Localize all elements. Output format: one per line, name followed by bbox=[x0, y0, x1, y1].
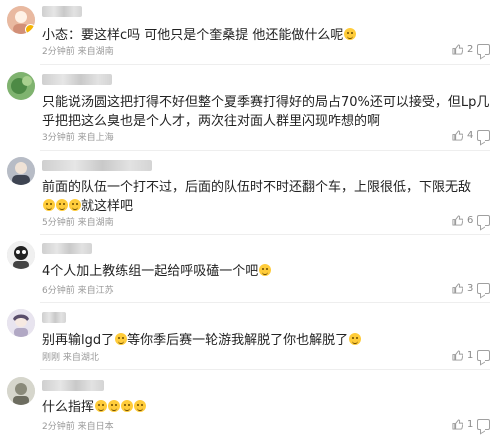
comment-meta: 6分钟前 来自江苏 bbox=[42, 285, 114, 297]
divider bbox=[40, 64, 490, 65]
comment-meta: 5分钟前 来自湖南 bbox=[42, 217, 114, 229]
comment-time: 2分钟前 bbox=[42, 422, 75, 432]
comment-location: 来自湖北 bbox=[62, 353, 99, 363]
comment-time: 3分钟前 bbox=[42, 133, 75, 143]
like-count: 1 bbox=[467, 419, 474, 430]
divider bbox=[40, 150, 490, 151]
comment-time: 刚刚 bbox=[42, 353, 61, 363]
like-button[interactable]: 6 bbox=[452, 215, 473, 226]
comment-location: 来自上海 bbox=[77, 133, 114, 143]
thumbs-up-icon bbox=[452, 419, 463, 430]
like-count: 6 bbox=[467, 215, 474, 226]
sweat-emoji bbox=[107, 400, 120, 412]
sweat-emoji bbox=[120, 400, 133, 412]
comment-time: 2分钟前 bbox=[42, 47, 75, 57]
username-redacted[interactable] bbox=[42, 74, 112, 85]
thumbs-up-icon bbox=[452, 283, 463, 294]
like-count: 3 bbox=[467, 283, 474, 294]
comment-location: 来自江苏 bbox=[77, 286, 114, 296]
comment-text: 前面的队伍一个打不过，后面的队伍时不时还翻个车，上限很低，下限无敌 就这样吧 bbox=[42, 180, 472, 214]
comment-meta: 2分钟前 来自湖南 bbox=[42, 46, 114, 58]
divider bbox=[40, 369, 490, 370]
like-button[interactable]: 1 bbox=[452, 419, 473, 430]
comment-text: 4个人加上教练组一起给呼吸磕一个吧 bbox=[42, 262, 492, 281]
comment-location: 来自湖南 bbox=[77, 218, 114, 228]
relieved-emoji bbox=[348, 333, 361, 345]
comment-meta: 3分钟前 来自上海 bbox=[42, 132, 114, 144]
comment-location: 来自湖南 bbox=[77, 47, 114, 57]
grin-emoji bbox=[68, 199, 81, 211]
like-button[interactable]: 3 bbox=[452, 283, 473, 294]
smile-emoji bbox=[114, 333, 127, 345]
avatar-image bbox=[7, 157, 35, 185]
thumbs-up-icon bbox=[452, 44, 463, 55]
grin-emoji bbox=[42, 199, 55, 211]
kowtow-emoji bbox=[258, 264, 271, 276]
avatar[interactable] bbox=[7, 309, 35, 337]
sweat-emoji bbox=[133, 400, 146, 412]
username-redacted[interactable] bbox=[42, 160, 152, 171]
avatar-image bbox=[7, 309, 35, 337]
comment-location: 来自日本 bbox=[77, 422, 114, 432]
like-button[interactable]: 4 bbox=[452, 130, 473, 141]
grin-emoji bbox=[55, 199, 68, 211]
reply-button[interactable] bbox=[477, 215, 490, 226]
divider bbox=[40, 302, 490, 303]
like-count: 4 bbox=[467, 130, 474, 141]
reply-button[interactable] bbox=[477, 44, 490, 55]
comment-text: 别再输lgd了 等你季后赛一轮游我解脱了你也解脱了 bbox=[42, 331, 492, 350]
comment-time: 5分钟前 bbox=[42, 218, 75, 228]
comment-meta: 2分钟前 来自日本 bbox=[42, 421, 114, 433]
like-button[interactable]: 1 bbox=[452, 350, 473, 361]
username-redacted[interactable] bbox=[42, 380, 104, 391]
thumbs-up-icon bbox=[452, 130, 463, 141]
reply-button[interactable] bbox=[477, 419, 490, 430]
reply-button[interactable] bbox=[477, 130, 490, 141]
avatar[interactable] bbox=[7, 72, 35, 100]
avatar-image bbox=[7, 241, 35, 269]
like-count: 1 bbox=[467, 350, 474, 361]
avatar[interactable] bbox=[7, 157, 35, 185]
verified-badge-icon bbox=[25, 24, 35, 34]
comment-text: 只能说汤圆这把打得不好但整个夏季赛打得好的局占70%还可以接受，但Lp几乎把把这… bbox=[42, 95, 490, 129]
smirk-emoji bbox=[343, 28, 356, 40]
avatar[interactable] bbox=[7, 6, 35, 34]
sweat-emoji bbox=[94, 400, 107, 412]
comment-text: 什么指挥 bbox=[42, 398, 492, 417]
avatar[interactable] bbox=[7, 377, 35, 405]
avatar-image bbox=[7, 72, 35, 100]
thumbs-up-icon bbox=[452, 215, 463, 226]
avatar-image bbox=[7, 377, 35, 405]
thumbs-up-icon bbox=[452, 350, 463, 361]
username-redacted[interactable] bbox=[42, 243, 92, 254]
reply-button[interactable] bbox=[477, 283, 490, 294]
username-redacted[interactable] bbox=[42, 312, 66, 323]
divider bbox=[40, 234, 490, 235]
comment-text: 小态：要这样c吗 可他只是个奎桑提 他还能做什么呢 bbox=[42, 26, 492, 45]
like-count: 2 bbox=[467, 44, 474, 55]
comment-meta: 刚刚 来自湖北 bbox=[42, 352, 99, 364]
reply-button[interactable] bbox=[477, 350, 490, 361]
like-button[interactable]: 2 bbox=[452, 44, 473, 55]
username-redacted[interactable] bbox=[42, 6, 82, 17]
avatar[interactable] bbox=[7, 241, 35, 269]
comment-time: 6分钟前 bbox=[42, 286, 75, 296]
